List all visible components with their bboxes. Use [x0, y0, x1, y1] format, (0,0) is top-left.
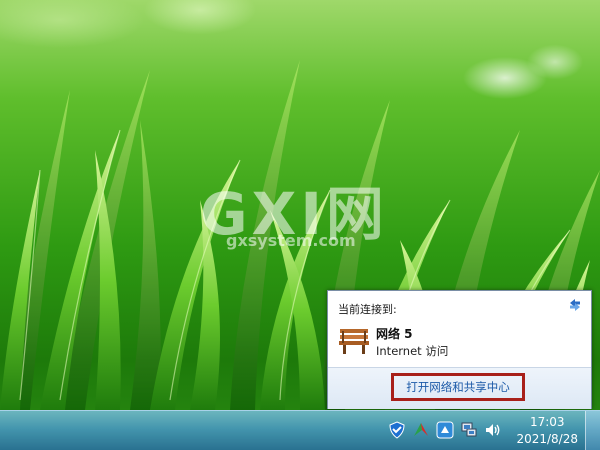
bench-icon	[339, 329, 369, 354]
refresh-icon[interactable]	[567, 297, 583, 313]
clock-time: 17:03	[529, 415, 565, 429]
watermark: GXI网 gxsystem.com	[200, 185, 388, 250]
flag-icon[interactable]	[436, 421, 454, 439]
network-access-status: Internet 访问	[376, 344, 449, 358]
show-desktop-button[interactable]	[585, 411, 600, 450]
network-flyout: 当前连接到: 网络 5 Internet 访问 打开网络和共享中心	[327, 290, 592, 409]
desktop: GXI网 gxsystem.com 当前连接到: 网络 5 Internet 访…	[0, 0, 600, 450]
arrow-icon[interactable]	[412, 421, 430, 439]
shield-icon[interactable]	[388, 421, 406, 439]
speaker-icon[interactable]	[484, 421, 502, 439]
clock[interactable]: 17:03 2021/8/28	[516, 414, 578, 448]
network-name: 网络 5	[376, 327, 413, 341]
taskbar: 17:03 2021/8/28	[0, 410, 600, 450]
open-network-center-link[interactable]: 打开网络和共享中心	[391, 373, 525, 401]
flyout-header: 当前连接到:	[338, 303, 397, 316]
clock-date: 2021/8/28	[516, 432, 578, 446]
flyout-footer: 打开网络和共享中心	[328, 367, 591, 409]
network-icon[interactable]	[460, 421, 478, 439]
